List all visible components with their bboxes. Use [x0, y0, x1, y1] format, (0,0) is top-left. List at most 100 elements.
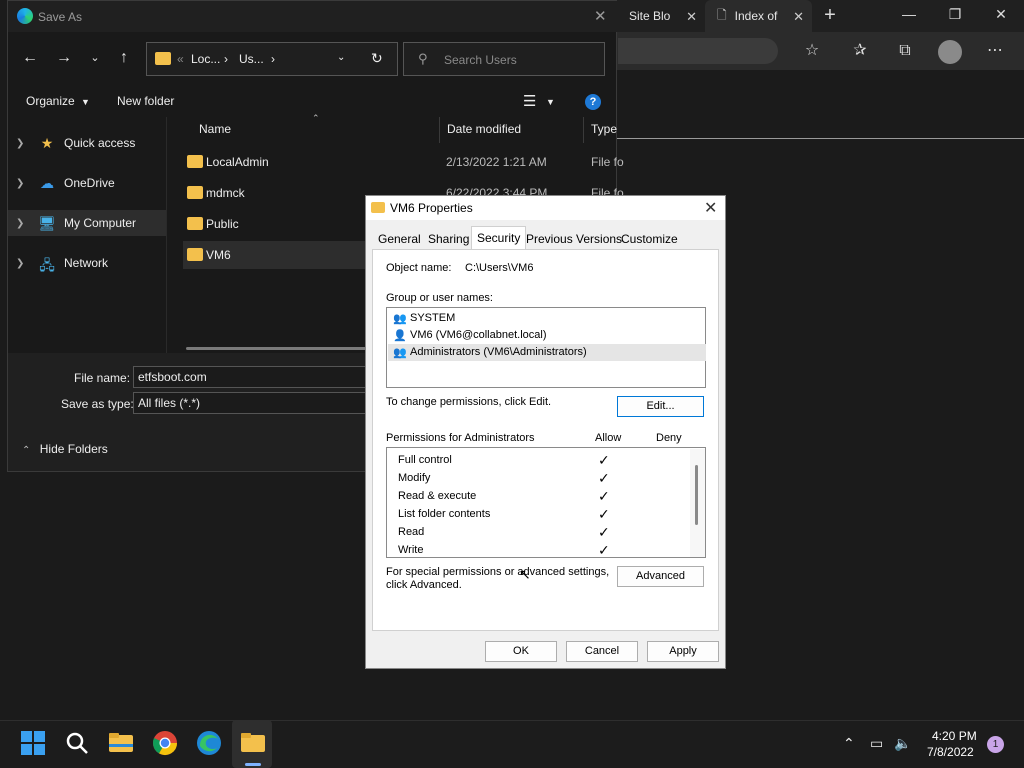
vertical-scrollbar[interactable]	[690, 449, 705, 557]
file-explorer-icon[interactable]	[108, 730, 134, 756]
chevron-right-icon[interactable]: ❯	[16, 138, 32, 149]
tab-previous-versions[interactable]: Previous Versions	[526, 229, 622, 250]
permission-name: Full control	[398, 454, 452, 466]
clock-time[interactable]: 4:20 PM	[932, 729, 977, 743]
network-status-icon[interactable]: ▭	[870, 735, 883, 752]
browser-tab-site-blocked[interactable]: Site Blo ✕	[617, 0, 705, 32]
nav-item-network[interactable]: ❯ 🖧 Network	[8, 250, 166, 276]
file-name-field[interactable]: etfsboot.com	[133, 366, 373, 388]
object-name-label: Object name:	[386, 262, 452, 274]
nav-item-quick-access[interactable]: ❯ ★ Quick access	[8, 130, 166, 156]
allow-column-header: Allow	[595, 432, 622, 444]
file-name: Public	[206, 217, 239, 231]
more-icon[interactable]: ⋯	[983, 40, 1007, 64]
permission-name: Write	[398, 544, 424, 556]
column-separator[interactable]	[439, 117, 440, 143]
column-header-name[interactable]: Name	[199, 122, 231, 136]
restore-icon[interactable]: ❐	[940, 6, 970, 26]
close-icon[interactable]: ✕	[594, 7, 607, 25]
chevron-right-icon[interactable]: ›	[224, 52, 228, 66]
tab-general[interactable]: General	[378, 229, 421, 250]
scrollbar-thumb[interactable]	[695, 465, 698, 525]
refresh-icon[interactable]: ↻	[371, 50, 383, 67]
chevron-right-icon[interactable]: ❯	[16, 218, 32, 229]
save-as-type-select[interactable]: All files (*.*)	[133, 392, 373, 414]
dialog-title: Save As	[38, 10, 83, 24]
chevron-up-icon[interactable]: ⌃	[843, 735, 855, 752]
close-icon[interactable]: ✕	[793, 9, 804, 25]
clock-date[interactable]: 7/8/2022	[927, 745, 974, 759]
help-icon[interactable]: ?	[585, 94, 601, 110]
column-header-date-modified[interactable]: Date modified	[447, 122, 521, 136]
advanced-button[interactable]: Advanced	[617, 566, 704, 587]
search-icon[interactable]	[64, 730, 90, 756]
chevron-right-icon[interactable]: ❯	[16, 258, 32, 269]
list-item-vm6[interactable]: 👤 VM6 (VM6@collabnet.local)	[388, 327, 706, 344]
edit-button[interactable]: Edit...	[617, 396, 704, 417]
search-input[interactable]: ⚲ Search Users	[403, 42, 605, 76]
close-icon[interactable]: ✕	[986, 6, 1016, 26]
windows-start-icon[interactable]	[20, 730, 46, 756]
nav-label: OneDrive	[64, 176, 115, 190]
tab-sharing[interactable]: Sharing	[428, 229, 469, 250]
browser-tab-index[interactable]: 🗋 Index of ✕	[705, 0, 812, 32]
chevron-down-icon[interactable]: ⌄	[337, 52, 345, 63]
address-path-box[interactable]: « Loc... › Us... › ⌄ ↻	[146, 42, 398, 76]
dialog-title: VM6 Properties	[390, 201, 473, 215]
permission-row: Full control ✓	[398, 452, 688, 470]
breadcrumb-users[interactable]: Us...	[239, 52, 264, 66]
nav-item-onedrive[interactable]: ❯ ☁ OneDrive	[8, 170, 166, 196]
permissions-list[interactable]: Full control ✓ Modify ✓ Read & execute ✓…	[386, 447, 706, 558]
chevron-right-icon[interactable]: ❯	[16, 178, 32, 189]
back-arrow-icon[interactable]: ←	[18, 47, 42, 71]
column-header-type[interactable]: Type	[591, 122, 617, 136]
group-user-list[interactable]: 👥 SYSTEM 👤 VM6 (VM6@collabnet.local) 👥 A…	[386, 307, 706, 388]
new-folder-button[interactable]: New folder	[117, 94, 174, 108]
permission-row: Modify ✓	[398, 470, 688, 488]
close-icon[interactable]: ✕	[686, 9, 697, 25]
chevron-right-icon[interactable]: ›	[271, 52, 275, 66]
nav-label: Quick access	[64, 136, 136, 150]
favorites-icon[interactable]: ✰	[848, 40, 872, 64]
apply-button[interactable]: Apply	[647, 641, 719, 662]
cancel-button[interactable]: Cancel	[566, 641, 638, 662]
file-name: LocalAdmin	[206, 155, 269, 169]
forward-arrow-icon[interactable]: →	[52, 47, 76, 71]
horizontal-scrollbar[interactable]	[186, 347, 366, 350]
chevron-down-icon[interactable]: ▼	[546, 97, 555, 107]
nav-item-my-computer[interactable]: ❯ 🖥 My Computer	[8, 210, 166, 236]
column-separator[interactable]	[583, 117, 584, 143]
click-advanced-text: click Advanced.	[386, 579, 462, 591]
file-explorer-icon[interactable]	[240, 730, 266, 756]
plus-icon[interactable]: +	[818, 4, 842, 28]
permission-name: Read	[398, 526, 425, 538]
search-placeholder: Search Users	[444, 53, 517, 67]
favorite-add-icon[interactable]: ☆	[800, 40, 824, 64]
minimize-icon[interactable]: —	[894, 6, 924, 26]
file-row-localadmin[interactable]: LocalAdmin 2/13/2022 1:21 AM File fo	[183, 148, 624, 176]
address-bar[interactable]	[618, 38, 778, 64]
organize-button[interactable]: Organize ▼	[26, 94, 90, 108]
folder-icon	[187, 186, 203, 199]
up-arrow-icon[interactable]: ↑	[112, 47, 136, 71]
overflow-chevron-icon[interactable]: «	[177, 52, 184, 66]
collections-icon[interactable]: ⧉	[893, 40, 917, 64]
volume-icon[interactable]: 🔈	[894, 735, 911, 752]
list-item-administrators[interactable]: 👥 Administrators (VM6\Administrators)	[388, 344, 706, 361]
tab-label: Index of	[734, 9, 778, 23]
tab-customize[interactable]: Customize	[621, 229, 678, 250]
list-item-system[interactable]: 👥 SYSTEM	[388, 310, 706, 327]
recent-locations-chevron-icon[interactable]: ⌄	[83, 47, 107, 71]
edge-icon[interactable]	[196, 730, 222, 756]
tab-label: Site Blo	[629, 9, 671, 23]
hide-folders-button[interactable]: ⌃ Hide Folders	[22, 442, 108, 456]
chrome-icon[interactable]	[152, 730, 178, 756]
profile-avatar[interactable]	[938, 40, 962, 64]
view-options-icon[interactable]: ☰	[523, 92, 536, 110]
breadcrumb-local[interactable]: Loc...	[191, 52, 220, 66]
permissions-for-label: Permissions for Administrators	[386, 432, 535, 444]
close-icon[interactable]: ✕	[704, 198, 717, 218]
notification-badge[interactable]: 1	[987, 736, 1004, 753]
ok-button[interactable]: OK	[485, 641, 557, 662]
tab-security[interactable]: Security	[471, 226, 527, 250]
